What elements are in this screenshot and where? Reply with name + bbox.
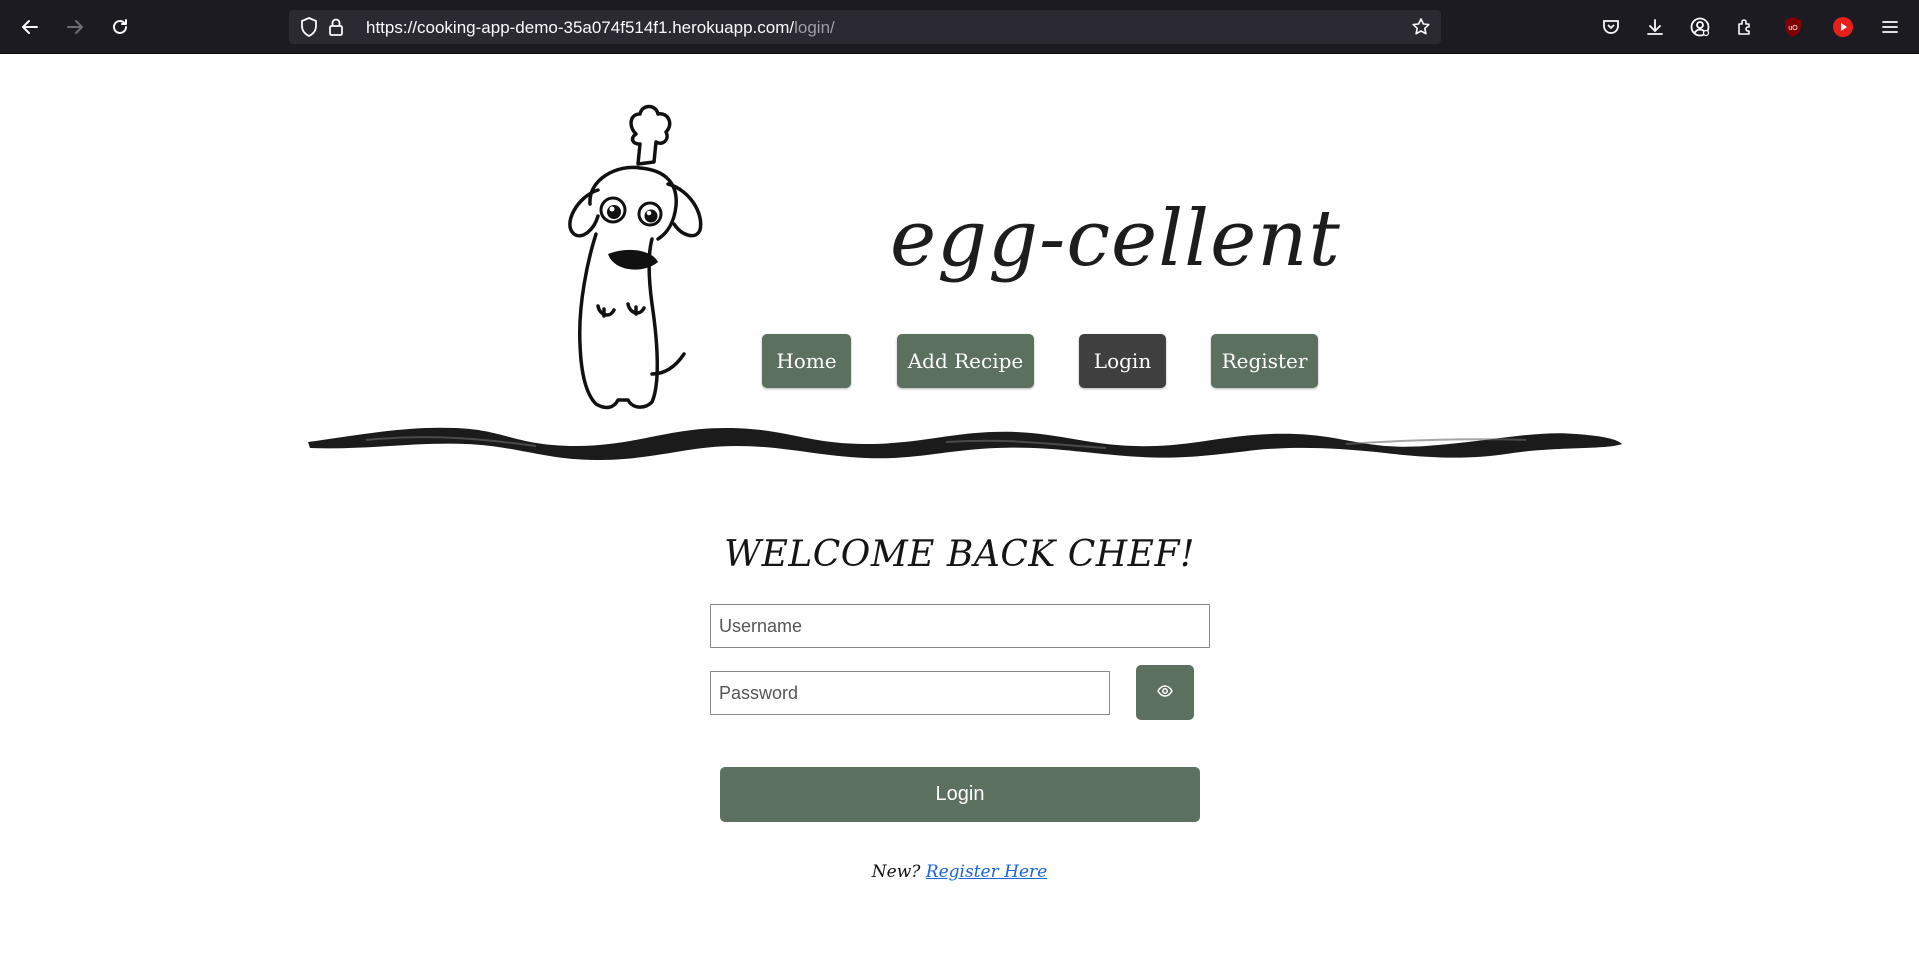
svg-text:uO: uO	[1788, 25, 1798, 32]
nav-add-recipe-button[interactable]: Add Recipe	[897, 334, 1034, 388]
lock-icon[interactable]	[326, 17, 346, 37]
password-input[interactable]	[710, 671, 1110, 715]
shield-icon[interactable]	[299, 17, 319, 37]
brand-title: egg-cellent	[890, 194, 1341, 284]
youtube-icon[interactable]	[1828, 12, 1858, 42]
back-arrow-icon[interactable]	[13, 10, 47, 44]
pocket-icon[interactable]	[1596, 12, 1626, 42]
register-here-link[interactable]: Register Here	[926, 862, 1047, 882]
welcome-heading: WELCOME BACK CHEF!	[724, 534, 1195, 575]
new-prefix: New?	[871, 862, 921, 882]
address-bar[interactable]: https://cooking-app-demo-35a074f514f1.he…	[289, 10, 1441, 44]
extensions-icon[interactable]	[1730, 12, 1760, 42]
brush-stroke-divider	[308, 427, 1622, 460]
account-icon[interactable]	[1685, 12, 1715, 42]
nav-register-button[interactable]: Register	[1211, 334, 1318, 388]
ublock-icon[interactable]: uO	[1778, 12, 1808, 42]
hamburger-menu-icon[interactable]	[1875, 12, 1905, 42]
forward-arrow-icon[interactable]	[58, 10, 92, 44]
reload-icon[interactable]	[103, 10, 137, 44]
bookmark-star-icon[interactable]	[1411, 17, 1431, 37]
url-path: login/	[794, 18, 835, 37]
browser-toolbar: https://cooking-app-demo-35a074f514f1.he…	[0, 0, 1919, 54]
url-main: https://cooking-app-demo-35a074f514f1.he…	[366, 18, 795, 37]
show-password-button[interactable]	[1136, 665, 1194, 720]
download-icon[interactable]	[1640, 12, 1670, 42]
eye-icon	[1157, 684, 1173, 702]
nav-login-button[interactable]: Login	[1079, 334, 1166, 388]
dog-chef-logo	[568, 104, 703, 410]
username-input[interactable]	[710, 604, 1210, 648]
login-submit-button[interactable]: Login	[720, 767, 1200, 822]
url-text[interactable]: https://cooking-app-demo-35a074f514f1.he…	[366, 18, 835, 38]
page-content: egg-cellent Home Add Recipe Login Regist…	[0, 54, 1919, 964]
register-prompt: New? Register Here	[0, 862, 1919, 882]
nav-home-button[interactable]: Home	[762, 334, 851, 388]
